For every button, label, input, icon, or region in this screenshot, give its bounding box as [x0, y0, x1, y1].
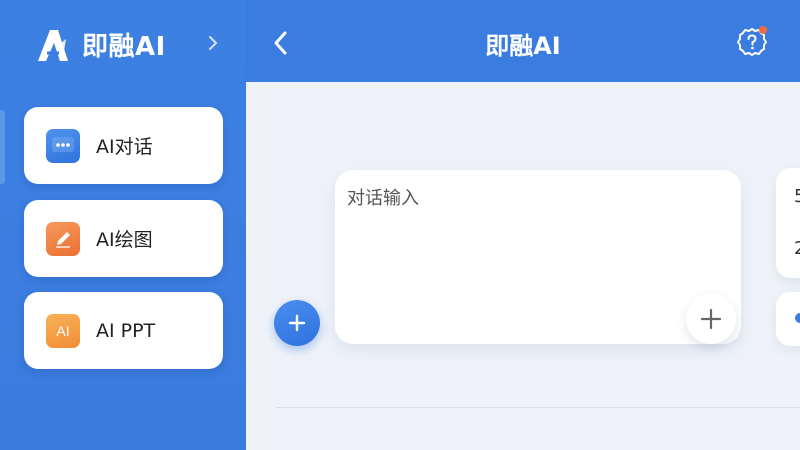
side-card: 5 2 [776, 168, 800, 278]
chat-bubble-icon [46, 128, 80, 163]
side-pill[interactable] [776, 292, 800, 346]
nav-item-label: AI绘图 [96, 229, 153, 251]
add-button[interactable] [274, 300, 320, 346]
chat-input-card [335, 170, 741, 344]
plus-icon [288, 314, 306, 332]
side-card-text: 2 [794, 238, 800, 259]
settings-help-icon[interactable] [734, 24, 770, 60]
radio-dot-icon [795, 313, 800, 323]
brand: 即融AI [34, 26, 166, 63]
pencil-icon [46, 221, 80, 256]
attach-button[interactable] [686, 294, 736, 344]
chat-input[interactable] [347, 184, 727, 304]
sidebar-edge-indicator [0, 110, 5, 184]
nav-item-ai-draw[interactable]: AI绘图 [24, 200, 223, 277]
page-title: 即融AI [485, 32, 561, 60]
ai-ppt-icon: AI [46, 313, 80, 348]
brand-logo-icon [38, 29, 68, 61]
nav-item-label: AI对话 [96, 136, 153, 158]
nav-item-ai-chat[interactable]: AI对话 [24, 107, 223, 184]
notification-dot [759, 26, 767, 34]
chevron-right-icon[interactable] [206, 33, 220, 53]
nav-item-label: AI PPT [96, 319, 156, 342]
nav-item-ai-ppt[interactable]: AI AI PPT [24, 292, 223, 369]
plus-icon [700, 308, 722, 330]
brand-name: 即融AI [82, 32, 166, 62]
sidebar: 即融AI AI对话 AI绘图 AI AI PPT [0, 0, 246, 450]
divider [276, 407, 800, 408]
side-card-text: 5 [794, 186, 800, 207]
